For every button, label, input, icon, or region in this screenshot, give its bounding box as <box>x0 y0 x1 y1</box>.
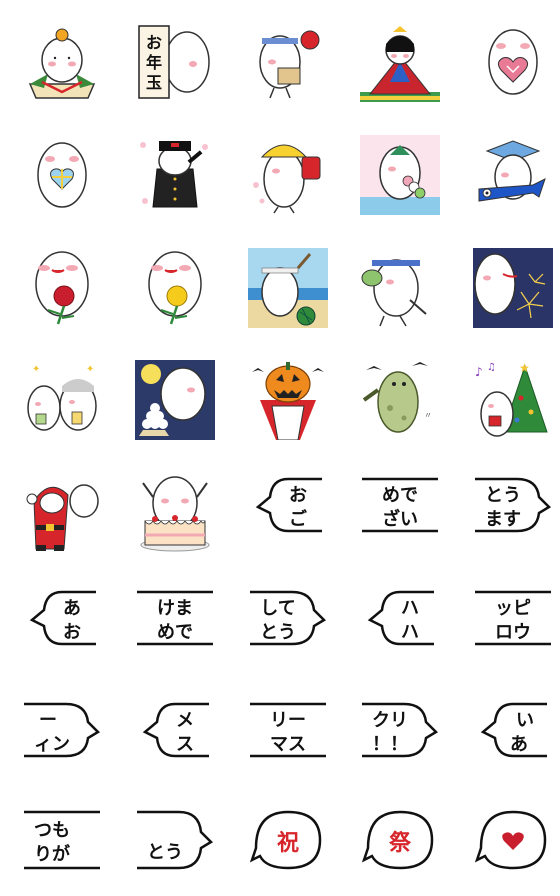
bubble-text-line1: けま <box>157 598 193 619</box>
bubble-text-line2: ロウ <box>495 622 531 643</box>
bubble-text-line2: あ <box>510 734 528 755</box>
sticker-sparklers[interactable] <box>473 248 553 328</box>
sign-text-1: お <box>146 33 162 52</box>
bubble-text-line1: お <box>289 485 307 506</box>
sticker-setsubun[interactable] <box>248 22 328 102</box>
bubble-r7c2[interactable]: メ ス <box>135 698 215 778</box>
bubble-text-line1: あ <box>63 598 81 619</box>
bubble-text-line2: ！！ <box>372 734 408 755</box>
sticker-first-grader[interactable] <box>248 135 328 215</box>
bubble-r6c1[interactable]: あ お <box>22 586 102 666</box>
bubble-text-line1: ー <box>39 710 57 731</box>
celebrate-kanji: 祝 <box>277 831 299 856</box>
svg-text:✦: ✦ <box>32 364 40 375</box>
sign-text-3: 玉 <box>146 73 162 92</box>
bubble-r7c5[interactable]: い あ <box>473 698 553 778</box>
bubble-r6c3[interactable]: して とう <box>248 586 328 666</box>
bubble-text-line2: ます <box>485 509 521 530</box>
bubble-text-line2: めで <box>157 622 193 643</box>
svg-text:〃: 〃 <box>424 411 432 420</box>
bubble-r8c1[interactable]: つも りが <box>22 806 102 886</box>
sticker-birthday-cake[interactable] <box>135 473 215 553</box>
sticker-school-uniform[interactable] <box>135 135 215 215</box>
sticker-grid: お 年 玉 ✦ ✦ 〃 ♪ ♫ ★ お ご めで ざい とう ます あ お けま… <box>0 0 560 896</box>
sticker-respect-for-aged[interactable]: ✦ ✦ <box>22 360 102 440</box>
bubble-text-line2: ス <box>176 734 194 755</box>
bubble-text-line2: とう <box>260 622 296 643</box>
bubble-text-line2: ハ <box>401 622 419 643</box>
bubble-text-line2: ざい <box>382 508 418 530</box>
bubble-text-line1: ッピ <box>495 598 531 619</box>
bubble-text-line2: りが <box>34 843 70 865</box>
sticker-zombie[interactable]: 〃 <box>360 360 440 440</box>
bubble-r6c5[interactable]: ッピ ロウ <box>473 586 553 666</box>
svg-text:✦: ✦ <box>86 364 94 375</box>
bubble-text-line1: メ <box>176 710 194 731</box>
bubble-r6c4[interactable]: ハ ハ <box>360 586 440 666</box>
svg-text:★: ★ <box>519 361 530 375</box>
bubble-text-line1: ハ <box>401 598 419 619</box>
sticker-yellow-rose[interactable] <box>135 248 215 328</box>
festival-kanji: 祭 <box>388 830 412 856</box>
bubble-r5c5[interactable]: とう ます <box>473 473 553 553</box>
sticker-koinobori[interactable] <box>473 135 553 215</box>
bubble-r6c2[interactable]: けま めで <box>135 586 215 666</box>
bubble-r7c1[interactable]: ー ィン <box>22 698 102 778</box>
bubble-heart[interactable] <box>473 806 553 886</box>
bubble-r8c2[interactable]: とう <box>135 806 215 886</box>
sticker-moon-viewing[interactable] <box>135 360 215 440</box>
bubble-text-line2: マス <box>270 734 306 755</box>
sticker-summer-festival[interactable] <box>360 248 440 328</box>
sticker-heart-chocolate[interactable] <box>473 22 553 102</box>
sticker-kagami-mochi[interactable] <box>22 22 102 102</box>
bubble-festival[interactable]: 祭 <box>360 806 440 886</box>
bubble-text-line2: ご <box>289 508 307 530</box>
sticker-white-day[interactable] <box>22 135 102 215</box>
sticker-santa[interactable] <box>22 473 102 553</box>
bubble-text-line1: して <box>260 598 295 619</box>
sticker-carnation[interactable] <box>22 248 102 328</box>
sign-text-2: 年 <box>146 53 162 72</box>
bubble-text-line1: つも <box>34 820 70 841</box>
bubble-text-line1: クリ <box>372 710 408 731</box>
bubble-text-line1: い <box>516 710 534 731</box>
bubble-celebrate[interactable]: 祝 <box>248 806 328 886</box>
bubble-text-line2: お <box>63 622 81 643</box>
bubble-text-line1: めで <box>382 485 418 506</box>
sticker-hina-doll[interactable] <box>360 22 440 102</box>
sticker-halloween-pumpkin[interactable] <box>248 360 328 440</box>
sticker-christmas-tree[interactable]: ♪ ♫ ★ <box>473 360 553 440</box>
bubble-text-line1: とう <box>485 485 521 506</box>
svg-text:♫: ♫ <box>487 362 496 373</box>
bubble-r7c3[interactable]: リー マス <box>248 698 328 778</box>
sticker-hanami-dango[interactable] <box>360 135 440 215</box>
bubble-r7c4[interactable]: クリ ！！ <box>360 698 440 778</box>
sticker-beach-watermelon[interactable] <box>248 248 328 328</box>
svg-text:♪: ♪ <box>475 365 483 379</box>
bubble-text-line1: とう <box>147 842 183 863</box>
bubble-r5c3[interactable]: お ご <box>248 473 328 553</box>
bubble-text-line2: ィン <box>34 734 70 755</box>
bubble-text-line1: リー <box>270 710 306 731</box>
bubble-r5c4[interactable]: めで ざい <box>360 473 440 553</box>
sticker-otoshidama[interactable]: お 年 玉 <box>135 22 215 102</box>
